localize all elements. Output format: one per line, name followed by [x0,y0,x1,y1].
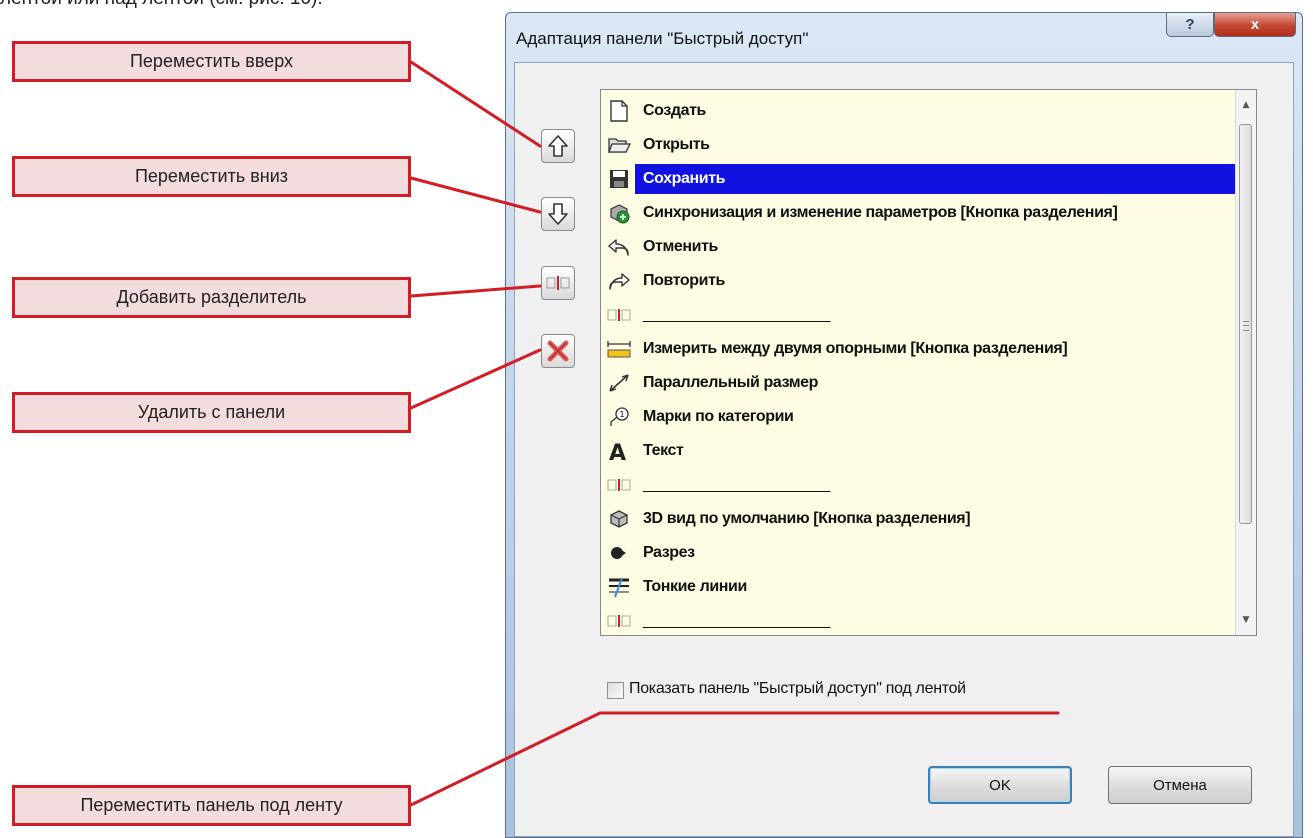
ok-button[interactable]: OK [928,766,1072,804]
svg-text:A: A [609,441,626,463]
list-item-label: Повторить [643,271,725,289]
show-below-ribbon-checkbox[interactable] [607,682,624,699]
aligned-dimension-icon [603,368,635,398]
add-separator-button[interactable] [541,266,575,300]
sync-icon [603,198,635,228]
page-top-text: лентой или над лентой (см. рис. 10). [0,0,323,10]
thin-lines-icon [603,572,635,602]
cancel-button[interactable]: Отмена [1108,766,1252,804]
list-item[interactable]: Открыть [603,128,1235,161]
measure-icon [603,334,635,364]
commands-listbox[interactable]: Создать Открыть Сохранить Синхронизация … [600,89,1257,636]
separator-icon [603,606,635,636]
list-item[interactable]: Сохранить [603,162,1235,195]
separator-icon [546,276,570,290]
move-down-button[interactable] [541,197,575,231]
list-item[interactable]: Повторить [603,264,1235,297]
list-item[interactable]: Измерить между двумя опорными [Кнопка ра… [603,332,1235,365]
separator-icon [603,300,635,330]
list-item[interactable]: Синхронизация и изменение параметров [Кн… [603,196,1235,229]
list-item[interactable]: Параллельный размер [603,366,1235,399]
list-item-label: 3D вид по умолчанию [Кнопка разделения] [643,509,971,527]
remove-button[interactable] [541,334,575,368]
scroll-thumb[interactable] [1239,124,1252,524]
list-item-label: ______________________ [643,305,830,323]
list-item-label: Синхронизация и изменение параметров [Кн… [643,203,1118,221]
list-item-label: Создать [643,101,706,119]
scroll-up-icon[interactable]: ▲ [1236,96,1256,114]
show-below-ribbon-label[interactable]: Показать панель "Быстрый доступ" под лен… [629,680,966,698]
save-disk-icon [603,164,635,194]
list-item[interactable]: Разрез [603,536,1235,569]
new-document-icon [603,96,635,126]
callout-move-down: Переместить вниз [12,156,411,197]
list-item[interactable]: ______________________ [603,604,1235,636]
list-item-label: Отменить [643,237,718,255]
list-item[interactable]: 1 Марки по категории [603,400,1235,433]
list-scrollbar[interactable]: ▲ ▼ [1235,90,1256,635]
tag-category-icon: 1 [603,402,635,432]
3d-view-icon [603,504,635,534]
list-item[interactable]: Тонкие линии [603,570,1235,603]
dialog-title: Адаптация панели "Быстрый доступ" [516,29,809,48]
scroll-down-icon[interactable]: ▼ [1236,611,1256,629]
move-up-button[interactable] [541,129,575,163]
help-button[interactable]: ? [1166,13,1214,37]
list-item-label: Измерить между двумя опорными [Кнопка ра… [643,339,1068,357]
list-item[interactable]: ______________________ [603,298,1235,331]
redo-icon [603,266,635,296]
list-item-label: Разрез [643,543,695,561]
list-item[interactable]: ______________________ [603,468,1235,501]
callout-move-up: Переместить вверх [12,41,411,82]
list-item[interactable]: A Текст [603,434,1235,467]
list-item-label: Текст [643,441,684,459]
arrow-up-icon [548,135,568,157]
text-icon: A [603,436,635,466]
undo-icon [603,232,635,262]
list-item[interactable]: 3D вид по умолчанию [Кнопка разделения] [603,502,1235,535]
list-item-label: ______________________ [643,611,830,629]
list-item-label: ______________________ [643,475,830,493]
callout-add-separator: Добавить разделитель [12,277,411,318]
callout-remove: Удалить с панели [12,392,411,433]
list-item-label: Параллельный размер [643,373,819,391]
list-item[interactable]: Отменить [603,230,1235,263]
section-icon [603,538,635,568]
separator-icon [603,470,635,500]
arrow-down-icon [548,203,568,225]
list-item-label: Тонкие линии [643,577,747,595]
open-folder-icon [603,130,635,160]
close-button[interactable]: x [1214,13,1296,37]
list-item-label: Сохранить [635,163,1235,194]
list-item[interactable]: Создать [603,94,1235,127]
delete-x-icon [547,340,569,362]
svg-text:1: 1 [620,410,625,419]
list-item-label: Открыть [643,135,710,153]
callout-move-below-ribbon: Переместить панель под ленту [12,785,411,826]
list-item-label: Марки по категории [643,407,794,425]
